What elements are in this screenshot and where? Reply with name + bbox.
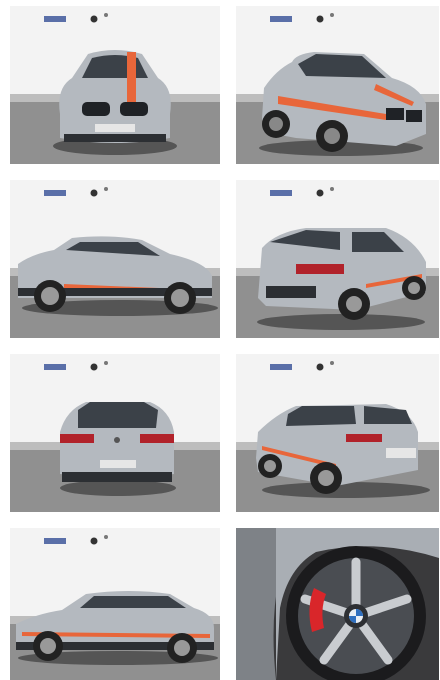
photo-gallery [0,0,440,680]
gallery-photo-wheel-detail[interactable] [236,528,439,680]
gallery-photo-side-low[interactable] [10,528,220,680]
gallery-photo-front-three-quarter[interactable] [236,6,439,164]
gallery-photo-side[interactable] [10,180,220,338]
gallery-photo-rear-three-quarter[interactable] [236,180,439,338]
gallery-photo-rear[interactable] [10,354,220,512]
gallery-photo-rear-three-quarter-right[interactable] [236,354,439,512]
gallery-photo-front[interactable] [10,6,220,164]
